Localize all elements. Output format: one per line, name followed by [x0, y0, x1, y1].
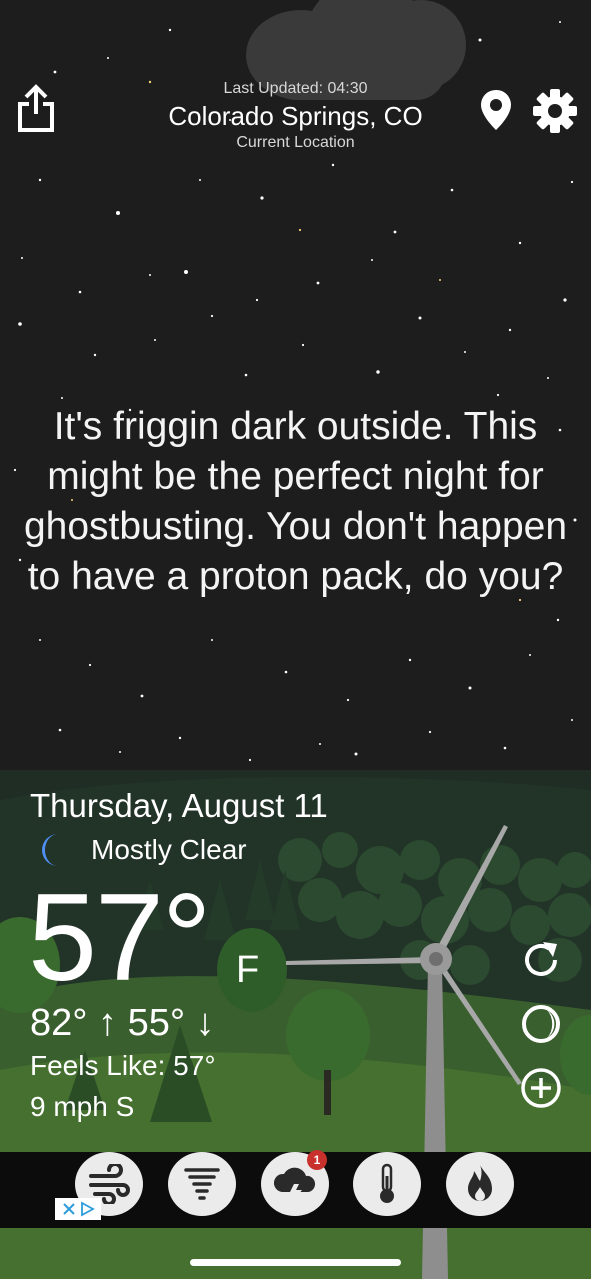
condition-text: Mostly Clear: [91, 834, 247, 865]
share-icon: [18, 84, 54, 132]
low-temp: 55°: [127, 1002, 186, 1044]
location-block[interactable]: Last Updated: 04:30 Colorado Springs, CO…: [120, 78, 471, 154]
fire-icon: [468, 1165, 492, 1201]
home-indicator[interactable]: [190, 1259, 401, 1266]
current-temperature: 57°: [28, 869, 212, 1007]
city-name: Colorado Springs, CO: [168, 101, 423, 131]
location-pin-icon: [481, 90, 511, 130]
high-temp: 82°: [30, 1002, 88, 1044]
dock-tornado-button[interactable]: [168, 1152, 236, 1216]
add-icon: [521, 1068, 561, 1108]
moon-phase-icon: [522, 1005, 560, 1043]
dock-fire-button[interactable]: [446, 1152, 514, 1216]
storm-alert-icon: [273, 1167, 316, 1204]
close-icon: [62, 1203, 75, 1215]
weather-message: It's friggin dark outside. This might be…: [23, 405, 568, 598]
last-updated: Last Updated: 04:30: [223, 80, 368, 97]
refresh-button[interactable]: [519, 938, 563, 982]
ad-choices[interactable]: [55, 1198, 101, 1220]
feels-like: Feels Like: 57°: [30, 1050, 216, 1081]
moon-icon: [42, 834, 58, 866]
gear-icon: [533, 89, 577, 133]
current-location-label: Current Location: [236, 134, 355, 151]
date-label: Thursday, August 11: [30, 787, 328, 824]
share-button[interactable]: [16, 84, 56, 132]
top-bar: Last Updated: 04:30 Colorado Springs, CO…: [0, 78, 591, 168]
settings-button[interactable]: [532, 88, 578, 134]
temperature-unit[interactable]: F: [236, 948, 259, 992]
up-arrow-icon: ↑: [98, 1002, 118, 1044]
tornado-icon: [184, 1168, 220, 1200]
ad-choices-icon: [80, 1201, 95, 1217]
thermometer-icon: [380, 1163, 394, 1203]
alert-badge: 1: [307, 1150, 327, 1170]
dock-temperature-button[interactable]: [353, 1152, 421, 1216]
refresh-icon: [525, 942, 557, 976]
dock-alerts-button[interactable]: 1: [261, 1150, 329, 1216]
add-location-button[interactable]: [519, 1066, 563, 1110]
wind-speed: 9 mph S: [30, 1091, 135, 1122]
high-low-row: 82° ↑ 55° ↓: [30, 1000, 215, 1046]
location-button[interactable]: [478, 88, 514, 132]
down-arrow-icon: ↓: [195, 1002, 215, 1044]
moon-phase-button[interactable]: [519, 1002, 563, 1046]
